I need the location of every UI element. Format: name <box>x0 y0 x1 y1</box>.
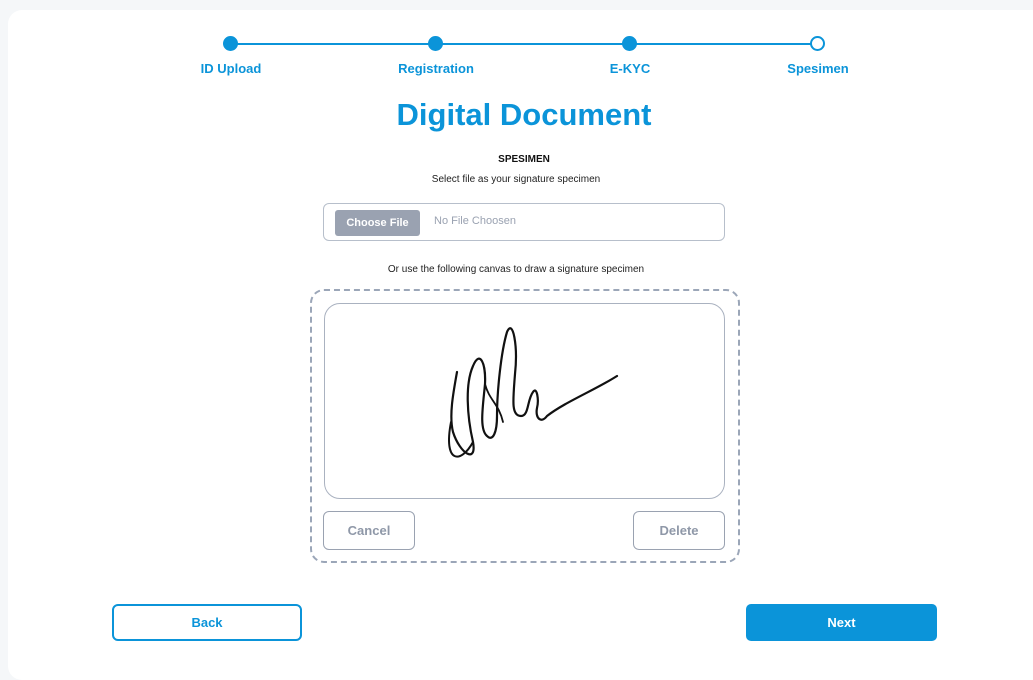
specimen-heading: SPESIMEN <box>498 154 550 165</box>
next-button[interactable]: Next <box>746 604 937 641</box>
delete-button[interactable]: Delete <box>633 511 725 550</box>
progress-stepper: ID Upload Registration E-KYC Spesimen <box>0 0 1033 90</box>
page-title: Digital Document <box>396 97 652 132</box>
choose-file-button[interactable]: Choose File <box>335 210 420 236</box>
stepper-line <box>231 43 818 45</box>
back-button[interactable]: Back <box>112 604 302 641</box>
signature-drawing <box>448 327 619 458</box>
step-label-registration: Registration <box>398 61 474 76</box>
step-label-id-upload: ID Upload <box>200 61 262 76</box>
file-input[interactable]: Choose File No File Choosen <box>323 203 725 241</box>
cancel-button[interactable]: Cancel <box>323 511 415 550</box>
signature-canvas[interactable] <box>324 303 725 499</box>
step-dot-e-kyc <box>622 36 637 51</box>
step-dot-id-upload <box>223 36 238 51</box>
specimen-subtitle: Select file as your signature specimen <box>431 174 601 185</box>
step-label-spesimen: Spesimen <box>787 61 849 76</box>
file-status-text: No File Choosen <box>434 215 516 227</box>
canvas-hint: Or use the following canvas to draw a si… <box>387 264 645 275</box>
step-label-e-kyc: E-KYC <box>609 61 651 76</box>
step-dot-registration <box>428 36 443 51</box>
step-dot-spesimen <box>810 36 825 51</box>
